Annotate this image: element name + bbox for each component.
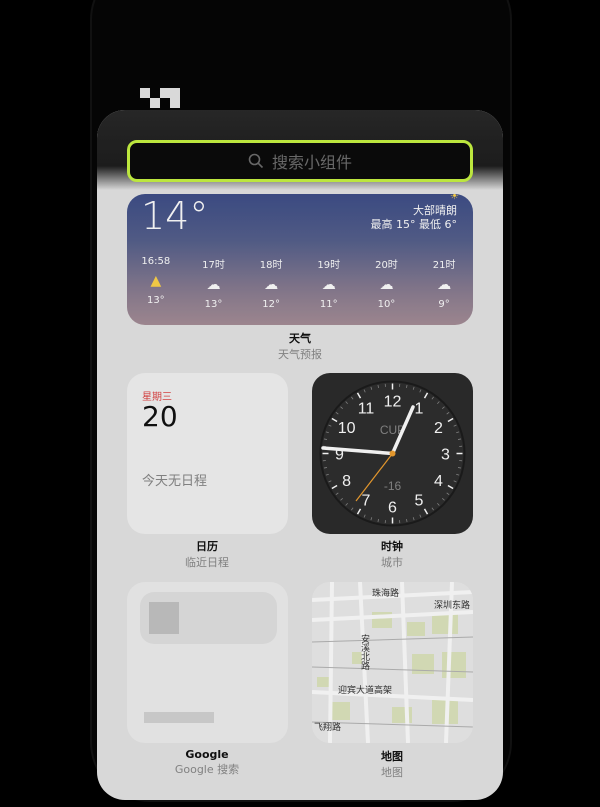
clock-offset: -16	[384, 479, 402, 493]
weather-temp: 14°	[141, 194, 209, 238]
weather-hilo: 最高 15° 最低 6°	[370, 218, 458, 231]
map-road-label: 迎宾大道高架	[338, 686, 393, 696]
sunset-icon: ▲	[150, 273, 162, 289]
background-app-icon	[140, 88, 180, 108]
hour-temp: 13°	[204, 299, 223, 310]
clock-caption-title: 时钟	[381, 540, 403, 553]
hour-time: 19时	[317, 260, 341, 271]
clock-numeral: 5	[415, 492, 424, 509]
map-caption: 地图 地图	[312, 748, 472, 780]
google-logo-placeholder	[149, 602, 179, 634]
calendar-caption: 日历 临近日程	[127, 538, 287, 570]
map-caption-title: 地图	[381, 750, 403, 763]
search-widgets-input[interactable]: 搜索小组件	[127, 140, 473, 182]
hourly-item: 20时 ☁ 10°	[366, 256, 406, 310]
widget-gallery-sheet: 搜索小组件 14° ☀ 大部晴朗 最高 15° 最低 6° 16:58 ▲ 13° 1…	[97, 110, 503, 800]
google-text-placeholder	[144, 712, 214, 723]
google-caption-sub: Google 搜索	[174, 763, 240, 776]
google-caption-title: Google	[185, 748, 229, 761]
cloud-moon-icon: ☁	[321, 277, 336, 293]
search-icon	[248, 153, 264, 169]
map-road-label: 飞翔路	[314, 723, 342, 733]
map-caption-sub: 地图	[381, 766, 403, 779]
map-road-label: 安溪北路	[359, 634, 369, 670]
sun-icon: ☀	[450, 194, 459, 202]
clock-numeral: 7	[362, 492, 371, 509]
analog-clock-face: 1234567891011 12 CUP -16	[319, 380, 466, 527]
calendar-widget[interactable]: 星期三 20 今天无日程	[127, 373, 288, 534]
cloud-moon-icon: ☁	[437, 277, 452, 293]
calendar-caption-title: 日历	[196, 540, 218, 553]
cloud-icon: ☁	[206, 277, 221, 293]
hourly-item: 18时 ☁ 12°	[251, 256, 291, 310]
clock-numeral: 6	[388, 500, 397, 517]
map-road-label: 珠海路	[372, 589, 400, 599]
hourly-item: 17时 ☁ 13°	[193, 256, 233, 310]
clock-numeral: 11	[358, 401, 375, 418]
map-widget[interactable]: 珠海路 深圳东路 安溪北路 迎宾大道高架 飞翔路	[312, 582, 473, 743]
hour-time: 21时	[432, 260, 456, 271]
hourly-item: 19时 ☁ 11°	[309, 256, 349, 310]
weather-condition: 大部晴朗 最高 15° 最低 6°	[371, 204, 458, 232]
search-placeholder: 搜索小组件	[271, 153, 352, 172]
weather-caption-sub: 天气预报	[278, 348, 322, 361]
clock-numeral: 12	[384, 394, 402, 411]
hour-temp: 10°	[377, 299, 396, 310]
weather-caption-title: 天气	[289, 332, 311, 345]
hour-time: 16:58	[141, 256, 171, 267]
clock-numeral: 8	[342, 473, 351, 490]
weather-widget[interactable]: 14° ☀ 大部晴朗 最高 15° 最低 6° 16:58 ▲ 13° 17时 ☁ 13°…	[127, 194, 473, 325]
clock-numeral: 1	[415, 401, 424, 418]
cloud-icon: ☁	[264, 277, 279, 293]
hour-temp: 9°	[438, 299, 450, 310]
hour-time: 18时	[259, 260, 283, 271]
clock-numeral: 3	[441, 447, 450, 464]
hour-temp: 12°	[262, 299, 280, 310]
hourly-item: 16:58 ▲ 13°	[136, 256, 176, 310]
map-road-label: 深圳东路	[434, 601, 471, 611]
google-widget[interactable]	[127, 582, 288, 743]
hour-temp: 13°	[146, 295, 165, 306]
clock-caption: 时钟 城市	[312, 538, 472, 570]
calendar-caption-sub: 临近日程	[185, 556, 229, 569]
cloud-moon-icon: ☁	[379, 277, 394, 293]
clock-numeral: 10	[338, 420, 356, 437]
clock-numeral: 2	[434, 420, 443, 437]
hour-time: 17时	[202, 260, 225, 271]
calendar-empty: 今天无日程	[142, 474, 208, 489]
clock-widget[interactable]: 1 2 3 4 5 6 7 8 9 10 11 12 CUP -16	[312, 373, 473, 534]
weather-condition-text: 大部晴朗	[413, 204, 457, 217]
hour-time: 20时	[375, 260, 398, 271]
hourly-forecast: 16:58 ▲ 13° 17时 ☁ 13° 18时 ☁ 12° 19时 ☁ 11° 20时 ☁ 10° 21时…	[127, 256, 473, 310]
hour-temp: 11°	[319, 299, 338, 310]
clock-caption-sub: 城市	[381, 556, 403, 569]
hourly-item: 21时 ☁ 9°	[424, 256, 464, 310]
clock-numeral: 4	[434, 473, 443, 490]
calendar-day: 20	[142, 400, 178, 433]
google-caption: Google Google 搜索	[127, 748, 287, 777]
weather-caption: 天气 天气预报	[220, 330, 380, 362]
